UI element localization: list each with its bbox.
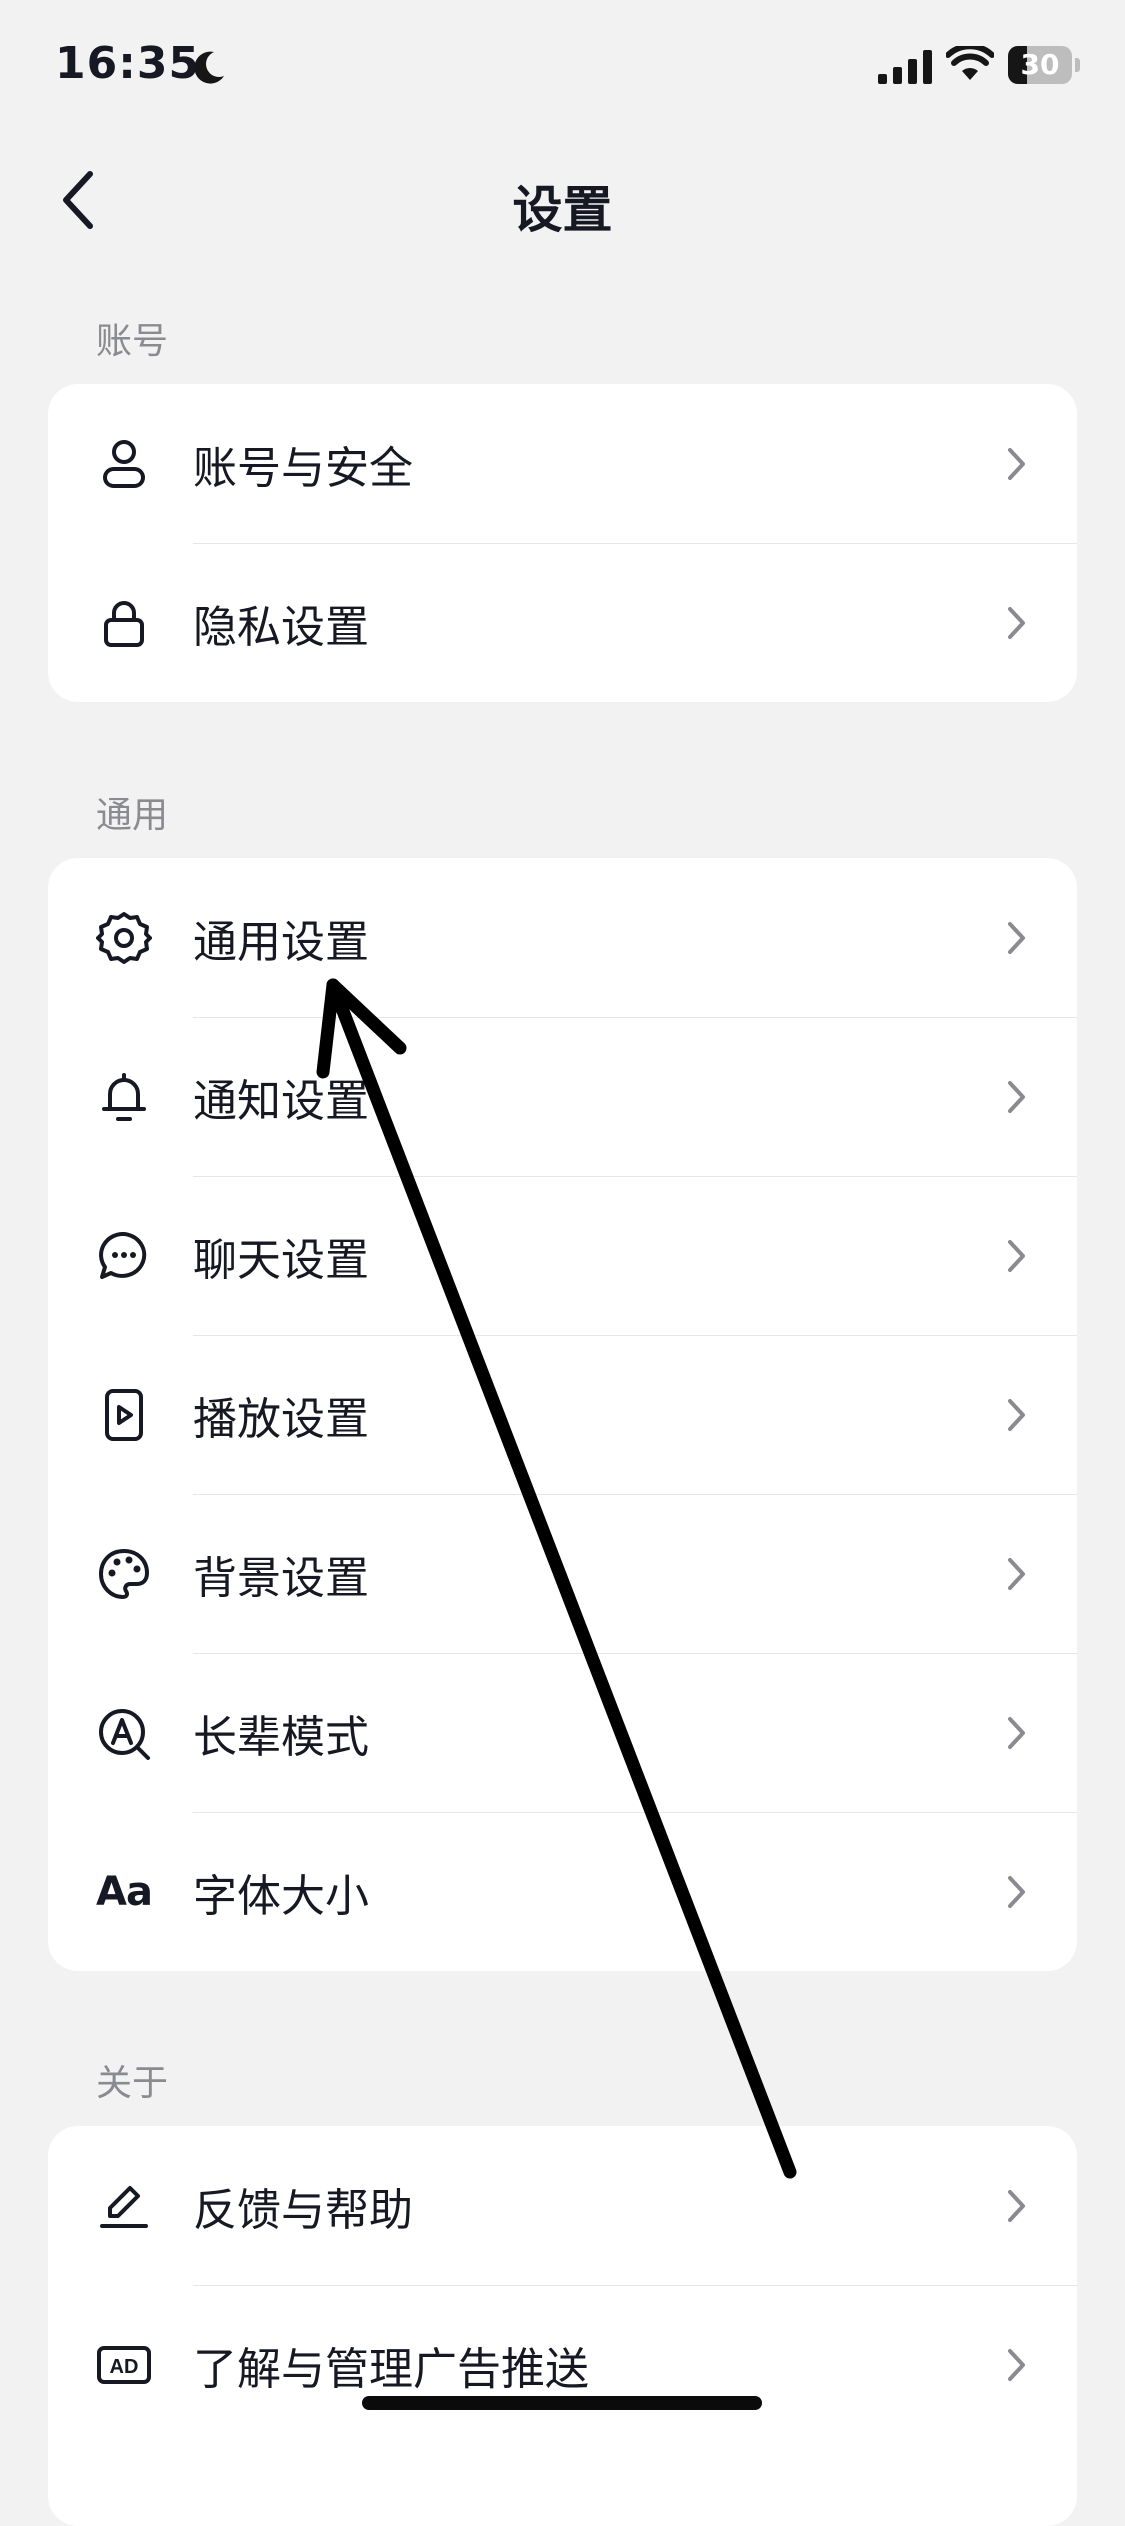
settings-row-background[interactable]: 背景设置 <box>48 1494 1077 1653</box>
settings-row-playback[interactable]: 播放设置 <box>48 1335 1077 1494</box>
section-label-account: 账号 <box>96 321 169 362</box>
chevron-right-icon <box>1008 1239 1025 1272</box>
chevron-right-icon <box>1008 1398 1025 1431</box>
chevron-right-icon <box>1008 1080 1025 1113</box>
moon-icon <box>194 51 224 84</box>
settings-row-general[interactable]: 通用设置 <box>48 858 1077 1017</box>
chevron-right-icon <box>1008 606 1025 639</box>
chevron-right-icon <box>1008 1716 1025 1749</box>
status-time: 16:35 <box>55 38 201 89</box>
row-label: 了解与管理广告推送 <box>193 2343 589 2395</box>
settings-row-font-size[interactable]: Aa 字体大小 <box>48 1812 1077 1971</box>
ad-icon: AD <box>96 2337 152 2393</box>
general-card: 通用设置 通知设置 聊天设置 播放设置 背景设置 长辈模式 Aa 字体大小 <box>48 858 1077 1971</box>
battery-level-text: 30 <box>1020 48 1060 81</box>
cellular-signal-icon <box>878 50 932 84</box>
section-label-about: 关于 <box>96 2063 169 2104</box>
font-size-icon-text: Aa <box>96 1868 153 1915</box>
row-label: 隐私设置 <box>193 601 369 653</box>
account-card: 账号与安全 隐私设置 <box>48 384 1077 702</box>
chevron-right-icon <box>1008 447 1025 480</box>
gear-icon <box>96 910 152 966</box>
settings-row-ad-management[interactable]: AD 了解与管理广告推送 <box>48 2285 1077 2444</box>
row-label: 账号与安全 <box>193 442 413 494</box>
settings-row-elder-mode[interactable]: 长辈模式 <box>48 1653 1077 1812</box>
chevron-right-icon <box>1008 2348 1025 2381</box>
row-label: 背景设置 <box>193 1552 369 1604</box>
settings-row-feedback-help[interactable]: 反馈与帮助 <box>48 2126 1077 2285</box>
row-label: 播放设置 <box>193 1393 369 1445</box>
section-label-general: 通用 <box>96 795 169 836</box>
lock-icon <box>96 595 152 651</box>
ad-icon-text: AD <box>110 2356 139 2378</box>
battery-indicator: 30 <box>1008 46 1072 84</box>
row-label: 字体大小 <box>193 1870 369 1922</box>
settings-row-privacy[interactable]: 隐私设置 <box>48 543 1077 702</box>
chevron-right-icon <box>1008 1875 1025 1908</box>
edit-pen-icon <box>96 2178 152 2234</box>
row-label: 反馈与帮助 <box>193 2184 413 2236</box>
chevron-right-icon <box>1008 2189 1025 2222</box>
home-indicator[interactable] <box>362 2396 762 2410</box>
font-size-icon: Aa <box>96 1864 153 1920</box>
row-label: 通知设置 <box>193 1075 369 1127</box>
chat-bubble-icon <box>96 1228 152 1284</box>
user-icon <box>96 436 152 492</box>
status-bar: 16:35 30 <box>0 0 1125 140</box>
chevron-right-icon <box>1008 1557 1025 1590</box>
settings-row-account-security[interactable]: 账号与安全 <box>48 384 1077 543</box>
wifi-icon <box>946 46 994 80</box>
palette-icon <box>96 1546 152 1602</box>
settings-row-notifications[interactable]: 通知设置 <box>48 1017 1077 1176</box>
row-label: 通用设置 <box>193 916 369 968</box>
settings-row-chat[interactable]: 聊天设置 <box>48 1176 1077 1335</box>
about-card: 反馈与帮助 AD 了解与管理广告推送 <box>48 2126 1077 2526</box>
page-title: 设置 <box>512 181 613 239</box>
row-label: 长辈模式 <box>193 1711 369 1763</box>
battery-cap <box>1075 58 1080 72</box>
play-icon <box>96 1387 152 1443</box>
elder-mode-icon <box>96 1705 152 1761</box>
chevron-right-icon <box>1008 921 1025 954</box>
nav-bar: 设置 <box>0 140 1125 260</box>
row-label: 聊天设置 <box>193 1234 369 1286</box>
bell-icon <box>96 1069 152 1125</box>
